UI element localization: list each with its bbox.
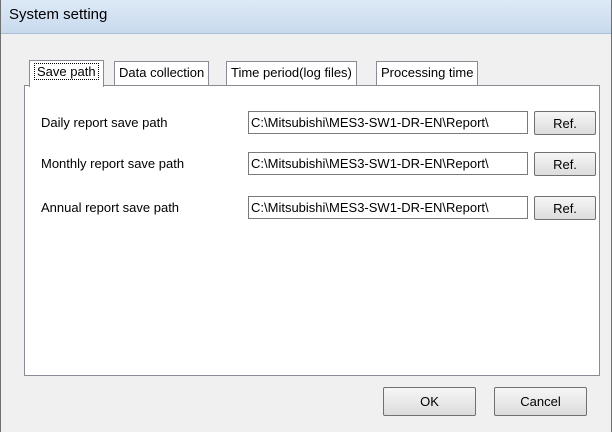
monthly-report-save-path-label: Monthly report save path <box>41 156 185 171</box>
daily-report-save-path-label: Daily report save path <box>41 115 168 130</box>
monthly-report-ref-button[interactable]: Ref. <box>534 152 596 176</box>
monthly-report-save-path-field[interactable] <box>248 152 528 175</box>
save-path-panel: Daily report save path Ref. Monthly repo… <box>24 85 600 376</box>
tab-save-path[interactable]: Save path <box>29 60 104 87</box>
annual-report-save-path-field[interactable] <box>248 196 528 219</box>
daily-report-ref-button[interactable]: Ref. <box>534 111 596 135</box>
tab-label: Processing time <box>381 65 474 80</box>
system-setting-dialog: System setting Save path Data collection… <box>0 0 612 432</box>
annual-report-save-path-label: Annual report save path <box>41 200 180 215</box>
tab-label: Save path <box>34 63 99 80</box>
tab-time-period-log-files[interactable]: Time period(log files) <box>226 61 357 85</box>
cancel-button[interactable]: Cancel <box>494 387 587 416</box>
title-bar[interactable]: System setting <box>1 0 611 34</box>
tab-processing-time[interactable]: Processing time <box>376 61 479 85</box>
annual-report-ref-button[interactable]: Ref. <box>534 196 596 220</box>
tab-data-collection[interactable]: Data collection <box>114 61 210 85</box>
tab-label: Time period(log files) <box>231 65 352 80</box>
window-title: System setting <box>9 6 108 23</box>
daily-report-save-path-field[interactable] <box>248 111 528 134</box>
tab-label: Data collection <box>119 65 205 80</box>
dialog-body: Save path Data collection Time period(lo… <box>9 36 605 432</box>
ok-button[interactable]: OK <box>383 387 476 416</box>
